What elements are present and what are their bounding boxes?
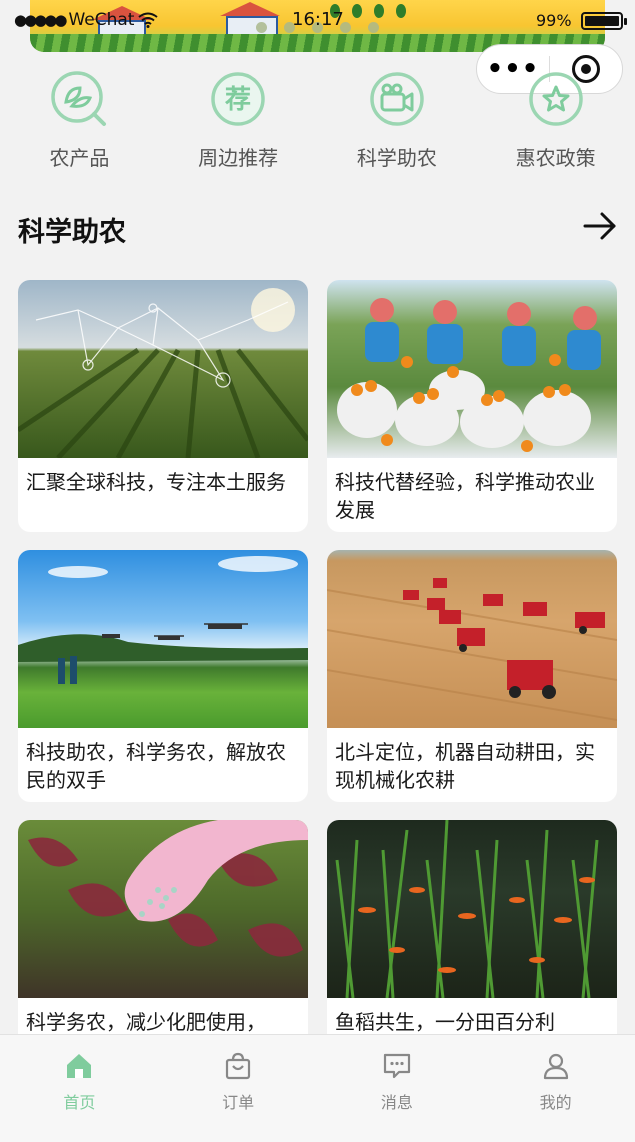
tab-label: 首页 [63, 1093, 96, 1112]
signal-icon: ●●●●● [14, 11, 67, 29]
star-badge-icon [528, 72, 583, 126]
category-label: 农产品 [49, 146, 110, 170]
card-caption: 汇聚全球科技，专注本土服务 [26, 470, 286, 494]
app-page: ●●●●● WeChat 16:17 99% ••• 农产品 荐 周边推荐 科学… [0, 0, 635, 1142]
svg-text:荐: 荐 [224, 85, 251, 115]
category-label: 惠农政策 [515, 146, 596, 170]
tab-label: 我的 [539, 1093, 572, 1112]
recommend-icon: 荐 [211, 72, 265, 126]
tab-orders[interactable]: 订单 [159, 1035, 318, 1142]
tab-home[interactable]: 首页 [0, 1035, 159, 1142]
card-image-smart-farm [18, 280, 308, 458]
user-icon [543, 1053, 568, 1080]
card-image-tractors [327, 550, 617, 728]
status-bar: ●●●●● WeChat 16:17 99% [0, 0, 635, 40]
category-item-policy[interactable]: 惠农政策 [476, 70, 635, 171]
tab-messages[interactable]: 消息 [318, 1035, 477, 1142]
video-camera-icon [370, 72, 424, 126]
section-title: 科学助农 [18, 217, 126, 248]
arrow-right-icon[interactable] [582, 208, 618, 244]
card-caption: 科技助农，科学务农，解放农民的双手 [26, 740, 286, 792]
category-item-nearby[interactable]: 荐 周边推荐 [159, 70, 318, 171]
card-image-drones [18, 550, 308, 728]
card-image-fertilizer [18, 820, 308, 998]
battery-icon [581, 12, 627, 30]
card-caption: 科技代替经验，科学推动农业发展 [335, 470, 595, 522]
category-item-science[interactable]: 科学助农 [318, 70, 477, 171]
article-card[interactable]: 科技助农，科学务农，解放农民的双手 [18, 550, 308, 802]
card-caption: 北斗定位，机器自动耕田，实现机械化农耕 [335, 740, 595, 792]
carrier-label: WeChat [68, 10, 135, 30]
category-nav: 农产品 荐 周边推荐 科学助农 惠农政策 [0, 70, 635, 171]
category-item-produce[interactable]: 农产品 [0, 70, 159, 171]
article-card[interactable]: 科技代替经验，科学推动农业发展 [327, 280, 617, 532]
shopping-bag-icon [226, 1052, 251, 1080]
clock: 16:17 [292, 9, 344, 30]
category-label: 科学助农 [356, 146, 437, 170]
category-label: 周边推荐 [198, 146, 279, 170]
article-card[interactable]: 北斗定位，机器自动耕田，实现机械化农耕 [327, 550, 617, 802]
tab-profile[interactable]: 我的 [476, 1035, 635, 1142]
tab-label: 订单 [222, 1093, 255, 1112]
home-icon [67, 1054, 92, 1078]
battery-percent: 99% [536, 11, 572, 30]
card-image-harvest [327, 280, 617, 458]
card-image-fish-rice [327, 820, 617, 998]
article-card[interactable]: 汇聚全球科技，专注本土服务 [18, 280, 308, 532]
message-icon [383, 1053, 410, 1079]
wifi-icon [138, 12, 159, 28]
tab-label: 消息 [380, 1093, 413, 1112]
bottom-tab-bar: 首页 订单 消息 我的 [0, 1034, 635, 1142]
leaf-search-icon [51, 71, 107, 126]
